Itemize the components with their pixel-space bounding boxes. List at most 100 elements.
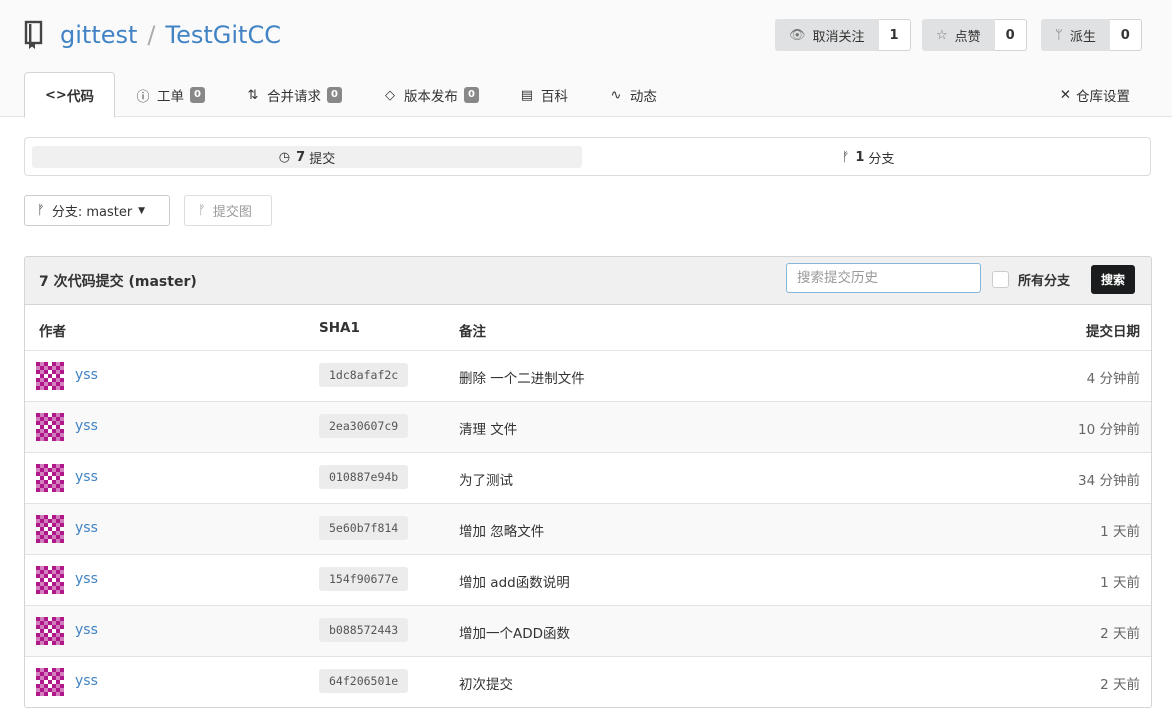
commit-date: 2 天前 (1100, 677, 1140, 693)
all-branches-toggle[interactable]: 所有分支 (992, 270, 1070, 289)
commit-message: 清理 文件 (459, 422, 518, 438)
commits-count: 7 (296, 149, 306, 165)
commit-author-link[interactable]: yss (75, 367, 98, 383)
repo-separator: / (147, 21, 156, 49)
watchers-count[interactable]: 1 (878, 19, 911, 51)
commits-title: 7 次代码提交 (master) (39, 274, 197, 290)
eye-icon: 👁 (789, 27, 806, 43)
wiki-icon: ▤ (520, 87, 534, 103)
commit-date: 1 天前 (1100, 575, 1140, 591)
branch-selector[interactable]: ᚠ 分支: master ▼ (24, 195, 170, 226)
commit-author-link[interactable]: yss (75, 469, 98, 485)
commit-author-link[interactable]: yss (75, 520, 98, 536)
commit-author-link[interactable]: yss (75, 418, 98, 434)
activity-icon: ∿ (610, 87, 622, 103)
branches-stat[interactable]: ᚠ 1 分支 (588, 146, 1148, 168)
tab-wiki[interactable]: ▤ 百科 (499, 72, 588, 118)
tools-icon: ✕ (1059, 87, 1071, 103)
avatar[interactable] (36, 668, 64, 696)
forks-count[interactable]: 0 (1109, 19, 1142, 51)
commits-table: 7 次代码提交 (master) 所有分支 搜索 作者 SHA1 备注 提交日期… (24, 256, 1152, 708)
releases-count-badge: 0 (463, 87, 479, 103)
pull-request-icon: ⇅ (247, 87, 259, 103)
commit-date: 34 分钟前 (1078, 473, 1140, 489)
table-row: yss b088572443 增加一个ADD函数 2 天前 (25, 606, 1151, 657)
avatar[interactable] (36, 617, 64, 645)
commit-sha-link[interactable]: 010887e94b (319, 465, 409, 489)
commit-author-link[interactable]: yss (75, 622, 98, 638)
avatar[interactable] (36, 515, 64, 543)
tab-settings[interactable]: ✕ 仓库设置 (1060, 72, 1130, 118)
tab-code-label: 代码 (67, 89, 94, 105)
commit-author-link[interactable]: yss (75, 571, 98, 587)
all-branches-label: 所有分支 (1018, 274, 1071, 289)
commits-stat[interactable]: ◷ 7 提交 (32, 146, 582, 168)
stars-count[interactable]: 0 (994, 19, 1027, 51)
star-action: ☆ 点赞 0 (922, 19, 1027, 51)
commits-table-header: 7 次代码提交 (master) 所有分支 搜索 (25, 257, 1151, 305)
commit-message: 为了测试 (459, 473, 513, 489)
tab-code[interactable]: <> 代码 (24, 72, 115, 118)
tag-icon: ◇ (384, 87, 395, 103)
commit-date: 1 天前 (1100, 524, 1140, 540)
commit-sha-link[interactable]: 2ea30607c9 (319, 414, 409, 438)
all-branches-checkbox[interactable] (992, 271, 1009, 288)
commit-sha-link[interactable]: b088572443 (319, 618, 409, 642)
fork-action: ᛘ 派生 0 (1041, 19, 1142, 51)
table-row: yss 1dc8afaf2c 删除 一个二进制文件 4 分钟前 (25, 351, 1151, 402)
pull-requests-count-badge: 0 (326, 87, 342, 103)
commit-graph-button[interactable]: ᚠ 提交图 (184, 195, 272, 226)
tab-wiki-label: 百科 (540, 89, 568, 105)
avatar[interactable] (36, 413, 64, 441)
fork-icon: ᛘ (1055, 27, 1063, 43)
tab-issues[interactable]: ⓘ 工单 0 (115, 72, 225, 118)
commit-author-link[interactable]: yss (75, 673, 98, 689)
repo-header: gittest / TestGitCC 👁 取消关注 1 ☆ 点赞 0 ᛘ 派生… (0, 0, 1172, 118)
commit-date: 4 分钟前 (1086, 371, 1140, 387)
unwatch-button[interactable]: 👁 取消关注 (775, 19, 879, 51)
commit-sha-link[interactable]: 64f206501e (319, 669, 409, 693)
caret-down-icon: ▼ (138, 205, 146, 216)
avatar[interactable] (36, 566, 64, 594)
repo-title: gittest / TestGitCC (24, 18, 281, 52)
commit-message: 增加一个ADD函数 (459, 626, 571, 642)
commit-sha-link[interactable]: 5e60b7f814 (319, 516, 409, 540)
branch-selector-label: 分支: master (51, 205, 133, 220)
repo-stats-bar: ◷ 7 提交 ᚠ 1 分支 (24, 137, 1151, 176)
repo-book-icon (24, 20, 43, 49)
tab-pull-requests-label: 合并请求 (266, 89, 321, 105)
unwatch-label: 取消关注 (812, 29, 865, 45)
table-row: yss 64f206501e 初次提交 2 天前 (25, 657, 1151, 707)
avatar[interactable] (36, 464, 64, 492)
commit-sha-link[interactable]: 1dc8afaf2c (319, 363, 409, 387)
issues-count-badge: 0 (190, 87, 205, 103)
table-row: yss 5e60b7f814 增加 忽略文件 1 天前 (25, 504, 1151, 555)
commit-date: 10 分钟前 (1078, 422, 1140, 438)
fork-label: 派生 (1069, 29, 1096, 45)
commit-message: 删除 一个二进制文件 (459, 371, 585, 387)
commit-sha-link[interactable]: 154f90677e (319, 567, 409, 591)
repo-tabs: <> 代码 ⓘ 工单 0 ⇅ 合并请求 0 ◇ 版本发布 0 ▤ 百科 ∿ 动态 (24, 72, 677, 118)
author-column-header: 作者 (39, 324, 66, 340)
table-row: yss 010887e94b 为了测试 34 分钟前 (25, 453, 1151, 504)
repo-owner-link[interactable]: gittest (60, 21, 137, 49)
tab-issues-label: 工单 (157, 89, 184, 105)
table-row: yss 2ea30607c9 清理 文件 10 分钟前 (25, 402, 1151, 453)
tab-settings-label: 仓库设置 (1076, 89, 1130, 105)
branch-icon: ᚠ (198, 203, 206, 218)
search-button[interactable]: 搜索 (1091, 265, 1135, 294)
fork-button[interactable]: ᛘ 派生 (1041, 19, 1110, 51)
commit-date: 2 天前 (1100, 626, 1140, 642)
repo-name-link[interactable]: TestGitCC (166, 21, 281, 49)
code-icon: <> (45, 87, 67, 103)
date-column-header: 提交日期 (1086, 324, 1140, 340)
issue-icon: ⓘ (136, 89, 150, 105)
star-button[interactable]: ☆ 点赞 (922, 19, 995, 51)
tab-activity[interactable]: ∿ 动态 (588, 72, 677, 118)
avatar[interactable] (36, 362, 64, 390)
message-column-header: 备注 (459, 324, 486, 340)
commit-search-input[interactable] (786, 263, 981, 293)
tab-pull-requests[interactable]: ⇅ 合并请求 0 (225, 72, 362, 118)
tab-releases[interactable]: ◇ 版本发布 0 (362, 72, 499, 118)
branch-icon: ᚠ (37, 203, 45, 218)
